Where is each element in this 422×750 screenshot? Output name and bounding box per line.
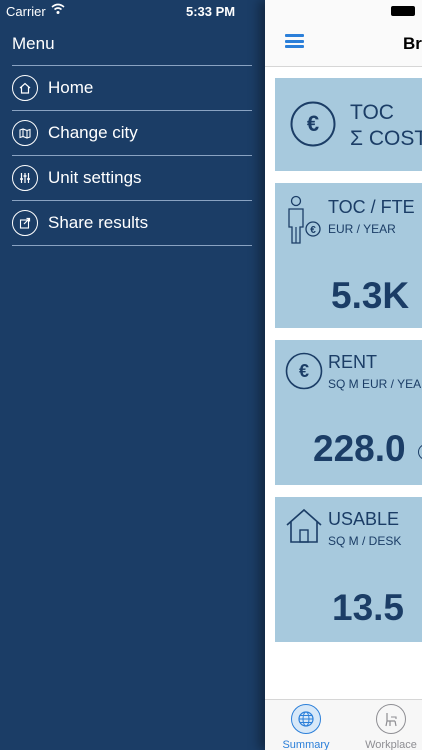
tab-bar: Summary Workplace: [265, 699, 422, 750]
card-rent[interactable]: € RENT SQ M EUR / YEA 228.0: [275, 340, 422, 485]
menu-label-share-results: Share results: [48, 213, 149, 232]
person-euro-icon: €: [285, 195, 321, 250]
tab-label-workplace: Workplace: [365, 739, 417, 750]
card-subheading: SQ M EUR / YEA: [328, 377, 422, 391]
card-heading: USABLE: [328, 509, 400, 529]
menu-item-change-city[interactable]: Change city: [12, 110, 252, 155]
map-icon: [12, 120, 38, 146]
chair-icon: [376, 704, 406, 734]
card-usable[interactable]: USABLE SQ M / DESK 13.5: [275, 497, 422, 642]
sliders-icon: [12, 165, 38, 191]
card-subheading: Σ COST: [350, 127, 422, 150]
tab-workplace[interactable]: Workplace: [356, 704, 422, 750]
wifi-icon: [51, 3, 65, 18]
card-subheading: EUR / YEAR: [328, 222, 396, 236]
main-content: Br € TOC Σ COST € TOC / FTE EUR / YEAR 5…: [265, 0, 422, 750]
share-icon: [12, 210, 38, 236]
side-menu: Menu Home Change city Unit settings Shar…: [0, 0, 265, 750]
menu-item-home[interactable]: Home: [12, 65, 252, 110]
menu-item-unit-settings[interactable]: Unit settings: [12, 155, 252, 200]
menu-item-share-results[interactable]: Share results: [12, 200, 252, 246]
menu-label-change-city: Change city: [48, 123, 138, 142]
card-value: 13.5: [332, 587, 405, 628]
euro-icon: €: [290, 101, 336, 152]
info-icon: [418, 444, 422, 460]
hamburger-menu-icon[interactable]: [285, 34, 304, 48]
card-toc[interactable]: € TOC Σ COST: [275, 78, 422, 171]
carrier-label: Carrier: [6, 4, 46, 19]
tab-summary[interactable]: Summary: [271, 704, 341, 750]
svg-text:€: €: [310, 225, 316, 236]
menu-list: Home Change city Unit settings Share res…: [12, 65, 252, 246]
status-bar: Carrier 5:33 PM: [0, 0, 422, 22]
tab-label-summary: Summary: [282, 739, 330, 750]
card-toc-fte[interactable]: € TOC / FTE EUR / YEAR 5.3K: [275, 183, 422, 328]
card-heading: RENT: [328, 352, 377, 372]
menu-label-unit-settings: Unit settings: [48, 168, 142, 187]
menu-title: Menu: [12, 34, 55, 53]
globe-icon: [291, 704, 321, 734]
svg-text:€: €: [299, 361, 309, 381]
card-subheading: SQ M / DESK: [328, 534, 402, 548]
card-heading: TOC / FTE: [328, 197, 415, 217]
battery-icon: [391, 6, 415, 16]
menu-label-home: Home: [48, 78, 94, 97]
home-icon: [12, 75, 38, 101]
euro-icon: €: [285, 352, 323, 395]
card-value: 228.0: [313, 428, 406, 469]
house-icon: [285, 507, 323, 550]
card-value: 5.3K: [331, 275, 410, 316]
status-time: 5:33 PM: [186, 4, 236, 19]
page-title: Br: [403, 34, 422, 53]
card-heading: TOC: [350, 101, 394, 124]
svg-text:€: €: [307, 111, 319, 136]
